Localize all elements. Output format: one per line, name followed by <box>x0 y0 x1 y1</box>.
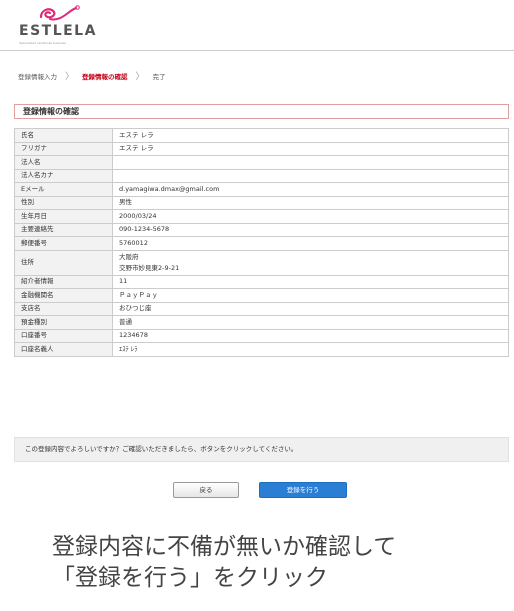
logo-text: ESTLELA <box>19 23 97 39</box>
table-row: 氏名 エステ レラ <box>14 128 509 143</box>
field-label: 口座番号 <box>14 328 113 343</box>
field-value: 大阪府交野市妙見東2-9-21 <box>112 249 509 276</box>
table-row: 法人名カナ <box>14 168 509 183</box>
field-value: おひつじ座 <box>112 301 509 316</box>
table-row: 金融機関名 ＰａｙＰａｙ <box>14 288 509 303</box>
caption-line-1: 登録内容に不備が無いか確認して <box>52 534 397 560</box>
field-value <box>112 168 509 183</box>
field-value: 2000/03/24 <box>112 209 509 224</box>
field-label: 預金種別 <box>14 315 113 330</box>
table-row: 口座名義人 ｴｽﾃ ﾚﾗ <box>14 342 509 357</box>
table-row: 支店名 おひつじ座 <box>14 301 509 316</box>
table-row: 住所 大阪府交野市妙見東2-9-21 <box>14 249 509 276</box>
field-label: 口座名義人 <box>14 342 113 357</box>
instruction-caption: 登録内容に不備が無いか確認して 「登録を行う」をクリック <box>52 532 396 594</box>
table-row: フリガナ エステ レラ <box>14 141 509 156</box>
field-value: 11 <box>112 274 509 289</box>
field-value: 1234678 <box>112 328 509 343</box>
estlela-logo[interactable]: ESTLELA Specialized dental lab business <box>19 4 99 46</box>
breadcrumb-step-input: 登録情報入力 <box>18 72 57 81</box>
logo-swirl-icon <box>39 5 80 21</box>
chevron-right-icon: 〉 <box>135 72 145 82</box>
field-label: 法人名 <box>14 155 113 170</box>
field-value: ＰａｙＰａｙ <box>112 288 509 303</box>
field-value: d.yamagiwa.dmax@gmail.com <box>112 182 509 197</box>
table-row: 主要連絡先 090-1234-5678 <box>14 222 509 237</box>
field-label: フリガナ <box>14 141 113 156</box>
section-title: 登録情報の確認 <box>14 104 509 119</box>
field-value <box>112 155 509 170</box>
table-row: 預金種別 普通 <box>14 315 509 330</box>
field-value: エステ レラ <box>112 128 509 143</box>
table-row: 紹介者情報 11 <box>14 274 509 289</box>
logo-tagline: Specialized dental lab business <box>19 41 66 45</box>
breadcrumb-step-confirm: 登録情報の確認 <box>82 72 128 81</box>
field-label: 住所 <box>14 249 113 276</box>
registration-info-table: 氏名 エステ レラ フリガナ エステ レラ 法人名 法人名カナ Eメール d.yama… <box>14 128 509 357</box>
field-value: 普通 <box>112 315 509 330</box>
field-value: 5760012 <box>112 236 509 251</box>
table-row: 口座番号 1234678 <box>14 328 509 343</box>
caption-line-2: 「登録を行う」をクリック <box>52 565 328 591</box>
table-row: Eメール d.yamagiwa.dmax@gmail.com <box>14 182 509 197</box>
chevron-right-icon: 〉 <box>65 72 75 82</box>
field-value: エステ レラ <box>112 141 509 156</box>
field-label: 法人名カナ <box>14 168 113 183</box>
address-street: 交野市妙見東2-9-21 <box>119 263 180 272</box>
table-row: 生年月日 2000/03/24 <box>14 209 509 224</box>
field-label: 郵便番号 <box>14 236 113 251</box>
confirmation-notice: この登録内容でよろしいですか？ご確認いただきましたら、ボタンをクリックしてくださ… <box>14 437 509 462</box>
site-header: ESTLELA Specialized dental lab business <box>0 0 514 51</box>
field-label: 紹介者情報 <box>14 274 113 289</box>
table-row: 法人名 <box>14 155 509 170</box>
field-label: 氏名 <box>14 128 113 143</box>
address-prefecture: 大阪府 <box>119 252 139 261</box>
back-button[interactable]: 戻る <box>173 482 239 498</box>
field-label: Eメール <box>14 182 113 197</box>
breadcrumb: 登録情報入力 〉 登録情報の確認 〉 完了 <box>18 69 166 82</box>
field-value: 男性 <box>112 195 509 210</box>
field-value: ｴｽﾃ ﾚﾗ <box>112 342 509 357</box>
field-label: 支店名 <box>14 301 113 316</box>
breadcrumb-step-complete: 完了 <box>152 72 166 81</box>
table-row: 郵便番号 5760012 <box>14 236 509 251</box>
table-row: 性別 男性 <box>14 195 509 210</box>
field-label: 生年月日 <box>14 209 113 224</box>
field-label: 金融機関名 <box>14 288 113 303</box>
field-label: 主要連絡先 <box>14 222 113 237</box>
register-button[interactable]: 登録を行う <box>259 482 347 498</box>
field-label: 性別 <box>14 195 113 210</box>
field-value: 090-1234-5678 <box>112 222 509 237</box>
